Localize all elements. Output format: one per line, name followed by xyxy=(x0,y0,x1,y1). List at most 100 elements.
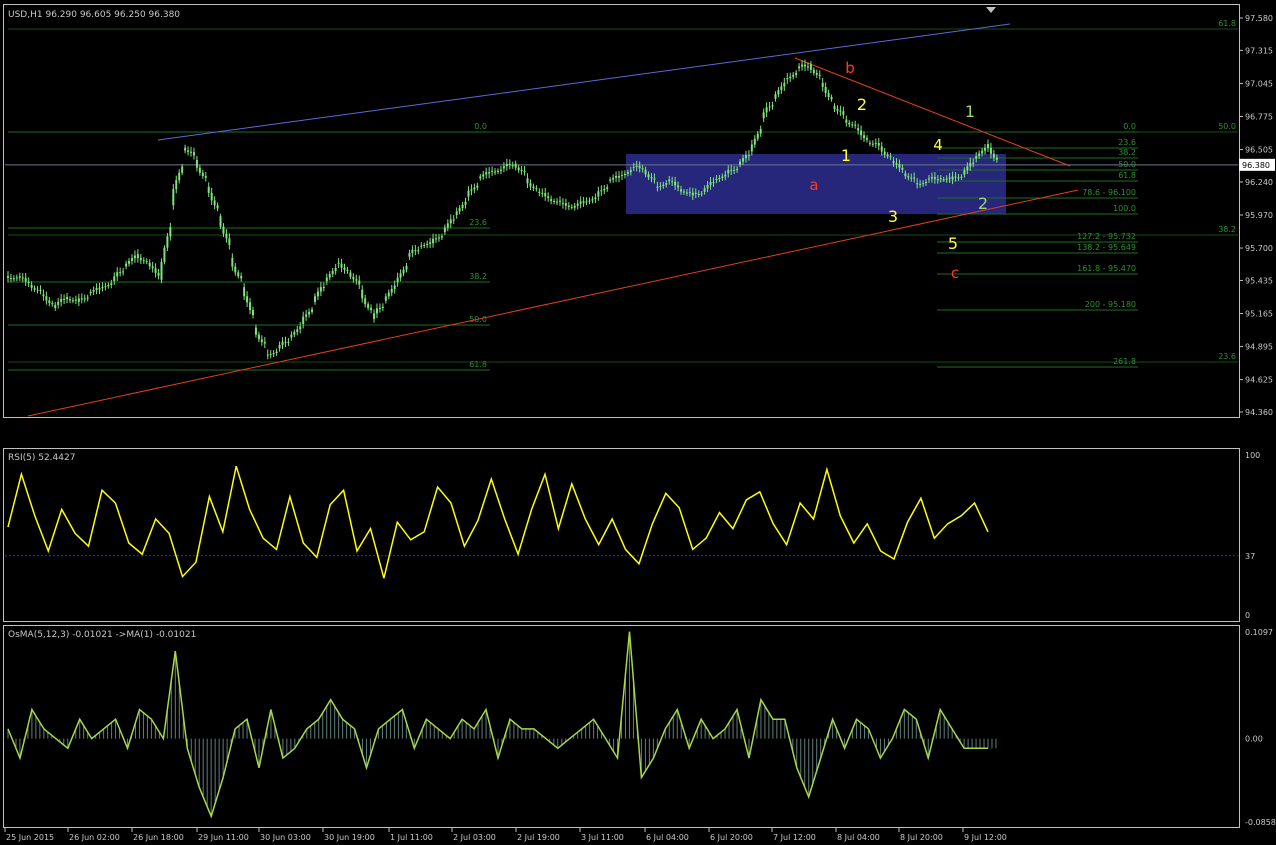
candle-body xyxy=(653,178,656,180)
wave-label: 1 xyxy=(841,146,851,165)
candle-body xyxy=(721,176,724,178)
price-tick-label: 94.625 xyxy=(1245,376,1273,385)
fib-label-left: 38.2 xyxy=(469,272,487,281)
candle-body xyxy=(978,153,981,157)
candle-body xyxy=(694,192,697,194)
candle-body xyxy=(405,265,408,270)
candle-body xyxy=(529,183,532,187)
candle-body xyxy=(904,173,907,177)
candle-body xyxy=(213,200,216,206)
candle-body xyxy=(792,74,795,77)
candle-body xyxy=(104,286,107,288)
candle-body xyxy=(638,165,641,169)
candle-body xyxy=(7,276,9,278)
candle-body xyxy=(744,155,747,159)
candle-body xyxy=(532,186,535,189)
price-tick-label: 95.700 xyxy=(1245,244,1273,253)
candle-body xyxy=(275,351,278,354)
time-tick-label: 1 Jul 11:00 xyxy=(390,833,433,842)
candle-body xyxy=(656,186,659,188)
candle-body xyxy=(187,150,190,152)
rsi-tick-label: 100 xyxy=(1245,451,1260,460)
candle-body xyxy=(296,329,299,332)
fib-label-left: 0.0 xyxy=(474,122,487,131)
candle-body xyxy=(762,112,765,119)
candle-body xyxy=(526,178,529,184)
candle-body xyxy=(145,261,148,263)
candle-body xyxy=(346,269,349,271)
candle-body xyxy=(243,287,246,297)
candle-body xyxy=(467,190,470,197)
candle-body xyxy=(42,294,45,297)
candle-body xyxy=(860,130,863,136)
candle-body xyxy=(184,147,187,151)
candle-body xyxy=(361,289,364,299)
candle-body xyxy=(375,308,378,314)
candle-body xyxy=(742,158,744,162)
candle-body xyxy=(579,201,582,204)
rsi-tick-label: 0 xyxy=(1245,611,1250,620)
candle-body xyxy=(263,342,266,344)
candle-body xyxy=(677,185,680,188)
candle-body xyxy=(520,169,523,172)
candle-body xyxy=(51,303,54,305)
candle-body xyxy=(685,192,688,194)
candle-body xyxy=(889,156,892,158)
candle-body xyxy=(266,354,269,356)
fib-label-edge: 23.6 xyxy=(1218,352,1236,361)
osma-tick-label: 0.1097 xyxy=(1245,628,1273,637)
time-tick-label: 6 Jul 20:00 xyxy=(710,833,753,842)
candle-body xyxy=(9,277,12,279)
candle-body xyxy=(470,189,473,191)
candle-body xyxy=(18,276,21,278)
candle-body xyxy=(514,163,517,168)
candle-body xyxy=(930,177,933,179)
candle-body xyxy=(585,201,588,203)
candle-body xyxy=(423,245,426,247)
candle-body xyxy=(461,204,464,209)
candle-body xyxy=(290,334,293,338)
candle-body xyxy=(603,188,606,191)
candle-body xyxy=(15,277,18,279)
candle-body xyxy=(63,298,66,300)
candle-body xyxy=(919,183,922,185)
candle-body xyxy=(491,170,494,172)
candle-body xyxy=(24,278,27,282)
fib-label-left: 23.6 xyxy=(469,218,487,227)
candle-body xyxy=(237,272,240,277)
candle-body xyxy=(665,183,668,185)
candle-body xyxy=(857,128,860,131)
candle-body xyxy=(842,111,845,115)
candle-body xyxy=(12,278,15,280)
candle-body xyxy=(960,176,963,178)
candle-body xyxy=(535,188,538,190)
candle-body xyxy=(54,304,57,308)
candle-body xyxy=(331,270,334,275)
candle-body xyxy=(541,192,544,194)
candle-body xyxy=(505,163,508,167)
candle-body xyxy=(948,177,951,179)
candle-body xyxy=(588,200,591,202)
candle-body xyxy=(789,76,792,79)
candle-body xyxy=(399,273,402,278)
candle-body xyxy=(768,106,771,108)
candle-body xyxy=(151,266,154,269)
candle-body xyxy=(119,272,122,274)
candle-body xyxy=(452,219,455,221)
candle-body xyxy=(440,236,443,238)
candle-body xyxy=(553,201,556,203)
candle-body xyxy=(201,172,204,176)
candle-body xyxy=(281,341,284,345)
candle-body xyxy=(806,66,809,68)
candle-body xyxy=(27,281,30,284)
candle-body xyxy=(417,250,420,252)
candle-body xyxy=(703,188,706,192)
candle-body xyxy=(809,64,812,70)
candle-body xyxy=(647,174,650,178)
candle-body xyxy=(370,307,373,310)
candle-body xyxy=(499,169,502,171)
candle-body xyxy=(358,280,361,285)
wave-label: 2 xyxy=(857,95,867,114)
candle-body xyxy=(494,171,497,173)
candle-body xyxy=(464,201,467,205)
